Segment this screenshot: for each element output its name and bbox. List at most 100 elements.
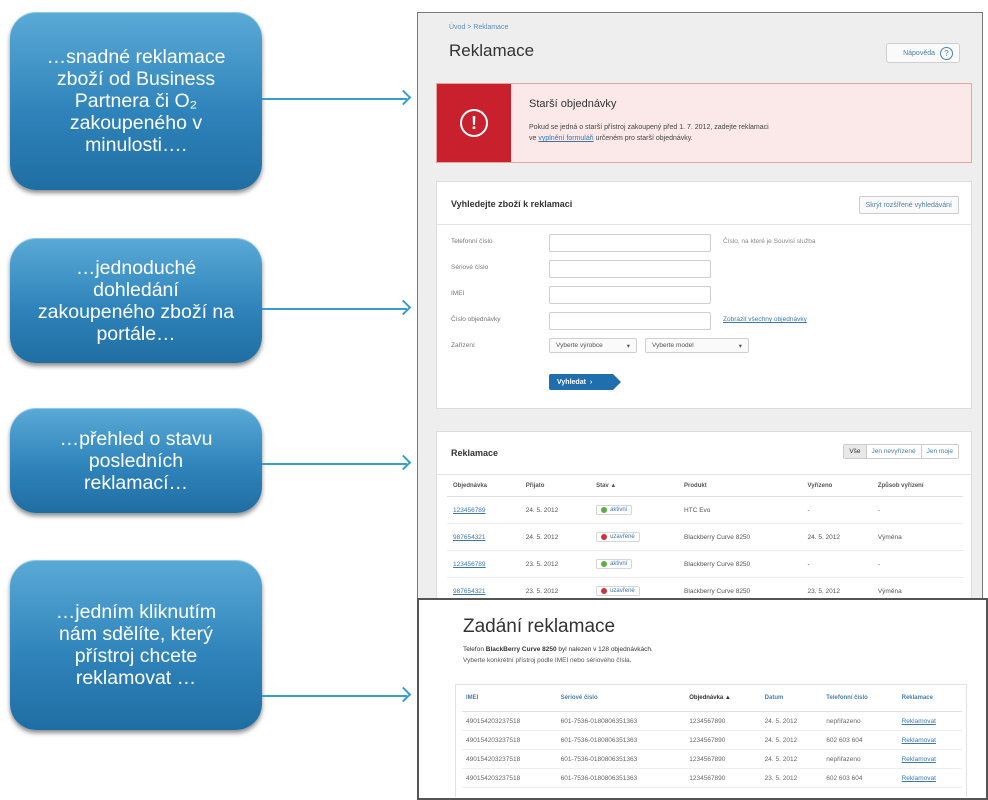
- search-panel: Vyhledejte zboží k reklamaci Skrýt rozší…: [436, 181, 972, 409]
- status-dot-icon: [601, 588, 608, 594]
- date: 24. 5. 2012: [760, 711, 823, 731]
- search-button[interactable]: Vyhledat ›: [549, 374, 621, 390]
- desc-suffix: byl nalezen v 128 objednávkách.: [558, 646, 653, 653]
- callout-arrow: [262, 463, 407, 465]
- date: 23. 5. 2012: [760, 768, 823, 788]
- callout-arrow: [262, 308, 407, 310]
- phone-label: Telefonní číslo: [451, 238, 493, 245]
- help-button[interactable]: Nápověda ?: [886, 43, 960, 63]
- resolution-method: -: [871, 550, 963, 578]
- callout-status-overview: …přehled o stavu posledních reklamací…: [10, 408, 262, 513]
- serial-number: 601-7536-0180806351363: [556, 730, 686, 750]
- claim-link[interactable]: Reklamovat: [902, 756, 936, 763]
- resolved-date: -: [801, 550, 872, 578]
- callout-easy-complaints: …snadné reklamace zboží od Business Part…: [10, 12, 262, 190]
- phone-number: 602 603 604: [822, 768, 898, 788]
- column-header[interactable]: Objednávka: [447, 476, 520, 497]
- column-header[interactable]: Způsob vyřízení: [871, 476, 963, 497]
- breadcrumb[interactable]: Úvod > Reklamace: [449, 24, 508, 31]
- received-date: 23. 5. 2012: [519, 550, 591, 578]
- phone-hint: Číslo, na které je Souvisí služba: [723, 238, 816, 245]
- serial-label: Sériové číslo: [451, 264, 489, 271]
- claim-link[interactable]: Reklamovat: [902, 775, 936, 782]
- table-row: 490154203237518 601-7536-0180806351363 1…: [462, 730, 962, 750]
- product: Blackberry Curve 8250: [678, 550, 802, 578]
- claim-link[interactable]: Reklamovat: [902, 718, 936, 725]
- devices-table-box: IMEI Sériové číslo Objednávka ▲ Datum Te…: [455, 684, 967, 797]
- claim-link[interactable]: Reklamovat: [902, 737, 936, 744]
- search-button-label: Vyhledat: [557, 378, 586, 386]
- order-link[interactable]: 123456789: [453, 561, 486, 568]
- alert-text-suffix: určeném pro starší objednávky.: [595, 135, 693, 142]
- phone-input[interactable]: [549, 234, 711, 252]
- table-row: 490154203237518 601-7536-0180806351363 1…: [462, 711, 962, 731]
- desc-prefix: Telefon: [463, 646, 484, 653]
- column-header[interactable]: Produkt: [678, 476, 802, 497]
- callout-arrow: [262, 695, 407, 697]
- vendor-select[interactable]: Vyberte výrobce ▾: [549, 338, 637, 353]
- order-number-input[interactable]: [549, 312, 711, 330]
- imei: 490154203237518: [462, 768, 557, 788]
- callout-line: nám sdělíte, který: [59, 623, 213, 645]
- phone-number: nepřiřazeno: [822, 711, 898, 731]
- callout-line: …jednoduché: [75, 256, 197, 279]
- phone-number: 602 603 604: [822, 730, 898, 750]
- exclamation-icon: !: [460, 109, 488, 137]
- complaint-entry-description: Telefon BlackBerry Curve 8250 byl naleze…: [463, 646, 653, 653]
- status-dot-icon: [601, 507, 608, 513]
- desc-product: BlackBerry Curve 8250: [485, 646, 557, 653]
- table-row: 490154203237518 601-7536-0180806351363 1…: [462, 749, 962, 769]
- devices-table: IMEI Sériové číslo Objednávka ▲ Datum Te…: [462, 685, 962, 788]
- model-select[interactable]: Vyberte model ▾: [645, 338, 749, 353]
- column-header[interactable]: Stav ▲: [590, 476, 679, 497]
- order-number-label: Číslo objednávky: [451, 316, 501, 323]
- received-date: 24. 5. 2012: [519, 523, 591, 551]
- column-header[interactable]: Sériové číslo: [556, 685, 686, 712]
- filter-unresolved[interactable]: Jen nevyřízené: [865, 445, 921, 458]
- callout-line: reklamací…: [83, 471, 189, 494]
- imei: 490154203237518: [462, 730, 557, 750]
- table-header-row: Objednávka Přijato Stav ▲ Produkt Vyříze…: [447, 476, 963, 497]
- model-select-value: Vyberte model: [652, 342, 694, 349]
- callout-line: zboží od Business: [56, 68, 216, 90]
- column-header[interactable]: Vyřízeno: [801, 476, 872, 497]
- product: Blackberry Curve 8250: [678, 523, 802, 551]
- column-header[interactable]: Reklamace: [897, 685, 962, 712]
- column-header[interactable]: Objednávka ▲: [685, 685, 761, 712]
- imei-label: IMEI: [451, 290, 465, 297]
- column-header[interactable]: Přijato: [519, 476, 591, 497]
- table-row: 123456789 23. 5. 2012 aktivní Blackberry…: [447, 550, 963, 578]
- alert-icon-panel: !: [437, 84, 511, 162]
- column-header[interactable]: Telefonní číslo: [822, 685, 898, 712]
- callout-line: zakoupeného v: [69, 112, 203, 134]
- caret-down-icon: ▾: [738, 342, 742, 350]
- callout-line: zakoupeného zboží na: [37, 300, 235, 323]
- alert-body: Pokud se jedná o starší přístroj zakoupe…: [529, 122, 909, 144]
- imei-input[interactable]: [549, 286, 711, 304]
- status-text: uzavřené: [610, 534, 635, 540]
- column-header[interactable]: Datum: [760, 685, 823, 712]
- caret-down-icon: ▾: [626, 342, 630, 350]
- toggle-advanced-search-button[interactable]: Skrýt rozšířené vyhledávání: [858, 196, 959, 214]
- order-link[interactable]: 123456789: [453, 507, 486, 514]
- received-date: 24. 5. 2012: [519, 496, 591, 524]
- serial-input[interactable]: [549, 260, 711, 278]
- callout-line: minulosti….: [85, 134, 187, 156]
- alert-title: Starší objednávky: [529, 98, 617, 110]
- order-link[interactable]: 987654321: [453, 588, 486, 595]
- portal-screenshot: Úvod > Reklamace Reklamace Nápověda ? ! …: [417, 12, 983, 604]
- callout-line: dohledání: [93, 278, 179, 301]
- callout-text: …jedním kliknutím nám sdělíte, který pří…: [56, 601, 216, 689]
- vendor-select-value: Vyberte výrobce: [556, 342, 603, 349]
- callout-line: portále…: [96, 322, 176, 345]
- callout-line: …snadné reklamace: [46, 46, 226, 68]
- old-order-form-link[interactable]: vyplnění formuláři: [538, 135, 593, 142]
- filter-all[interactable]: Vše: [844, 445, 866, 458]
- order-link[interactable]: 987654321: [453, 534, 486, 541]
- filter-mine[interactable]: Jen moje: [920, 445, 958, 458]
- show-all-orders-link[interactable]: Zobrazit všechny objednávky: [723, 316, 807, 323]
- callout-text: …jednoduché dohledání zakoupeného zboží …: [38, 257, 234, 345]
- column-header[interactable]: IMEI: [462, 685, 557, 712]
- table-row: 123456789 24. 5. 2012 aktivní HTC Evo - …: [447, 496, 963, 524]
- status-dot-icon: [601, 561, 608, 567]
